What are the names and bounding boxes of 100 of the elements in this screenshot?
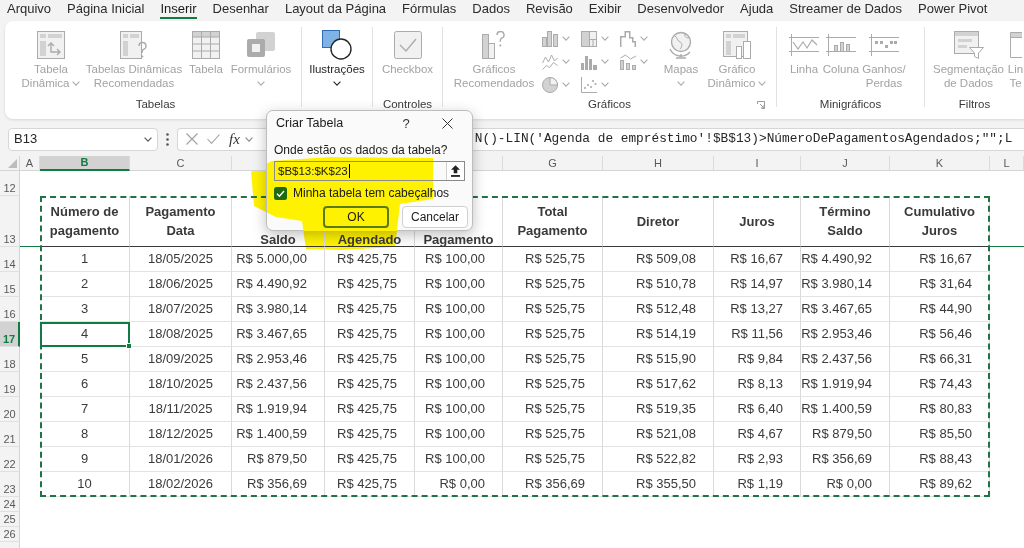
ribbon-tab[interactable]: Power Pivot: [918, 0, 988, 19]
column-header[interactable]: B: [40, 156, 130, 171]
table-cell: R$ 31,64: [890, 272, 990, 297]
table-cell: R$ 1.919,94: [232, 397, 325, 422]
row-header[interactable]: 23: [0, 472, 20, 497]
range-input[interactable]: $B$13:$K$23: [274, 161, 465, 181]
table-cell: R$ 425,75: [325, 322, 415, 347]
ribbon-tab[interactable]: Dados: [472, 0, 510, 19]
row-header[interactable]: 13: [0, 196, 20, 247]
table-cell: R$ 4,67: [714, 422, 801, 447]
table-cell: 10: [40, 472, 130, 497]
column-header[interactable]: I: [714, 156, 801, 171]
column-header[interactable]: A: [20, 156, 40, 171]
table-cell: R$ 100,00: [415, 372, 503, 397]
ribbon-tab[interactable]: Streamer de Dados: [789, 0, 903, 19]
table-cell: R$ 8,13: [714, 372, 801, 397]
table-cell: R$ 6,40: [714, 397, 801, 422]
table-cell: R$ 1.400,59: [232, 422, 325, 447]
row-header[interactable]: 14: [0, 247, 20, 272]
table-cell: R$ 100,00: [415, 297, 503, 322]
caret-icon[interactable]: [144, 136, 152, 142]
select-all-triangle-icon[interactable]: [8, 159, 17, 168]
table-cell: R$ 522,82: [603, 447, 714, 472]
name-box[interactable]: B13: [8, 127, 158, 151]
row-header[interactable]: 20: [0, 397, 20, 422]
dialog-button[interactable]: OK: [323, 206, 389, 228]
globe-icon: [669, 30, 693, 59]
row-header[interactable]: 24: [0, 497, 20, 512]
ribbon-tab[interactable]: Layout da Página: [284, 0, 387, 19]
table-cell: R$ 1.400,59: [801, 397, 890, 422]
table-cell: R$ 13,27: [714, 297, 801, 322]
column-chart-icon: [826, 33, 856, 56]
ribbon-tab[interactable]: Inserir: [160, 0, 197, 19]
row-header[interactable]: 19: [0, 372, 20, 397]
ribbon-tab[interactable]: Desenhar: [212, 0, 269, 19]
table-cell: R$ 2.437,56: [801, 347, 890, 372]
help-button[interactable]: ?: [392, 113, 420, 134]
table-cell: R$ 519,35: [603, 397, 714, 422]
table-cell: R$ 425,75: [325, 422, 415, 447]
dialog-button[interactable]: Cancelar: [402, 206, 468, 228]
ribbon-tab[interactable]: Exibir: [588, 0, 622, 19]
row-header[interactable]: 17: [0, 322, 20, 347]
row-header[interactable]: 12: [0, 171, 20, 196]
table-cell: 2: [40, 272, 130, 297]
table-cell: R$ 525,75: [503, 272, 603, 297]
ribbon-tab[interactable]: Página Inicial: [67, 0, 145, 19]
ribbon-tab[interactable]: Revisão: [525, 0, 573, 19]
table-cell: 18/09/2025: [130, 347, 232, 372]
row-header[interactable]: 22: [0, 447, 20, 472]
ribbon-tab[interactable]: Ajuda: [740, 0, 774, 19]
insert-function-button[interactable]: fx: [229, 131, 240, 147]
table-cell: 18/02/2026: [130, 472, 232, 497]
row-header[interactable]: 16: [0, 297, 20, 322]
column-header[interactable]: H: [603, 156, 714, 171]
bar-chart-icon: [542, 30, 558, 47]
table-cell: R$ 525,75: [503, 372, 603, 397]
row-header[interactable]: 25: [0, 512, 20, 527]
table-cell: R$ 3.467,65: [801, 297, 890, 322]
table-cell: R$ 100,00: [415, 347, 503, 372]
column-header[interactable]: J: [801, 156, 890, 171]
bar-chart-question-icon: [482, 30, 506, 59]
vertical-ellipsis-icon[interactable]: [166, 132, 169, 146]
overlapping-squares-icon: [247, 32, 275, 57]
table-cell: R$ 100,00: [415, 397, 503, 422]
table-cell: R$ 88,43: [890, 447, 990, 472]
row-header[interactable]: 26: [0, 527, 20, 542]
table-cell: 7: [40, 397, 130, 422]
table-cell: 18/07/2025: [130, 297, 232, 322]
close-icon[interactable]: [442, 118, 453, 129]
ribbon-tab[interactable]: Fórmulas: [402, 0, 457, 19]
group-label: Controles: [382, 98, 433, 110]
ribbon-button[interactable]: Ilustrações: [306, 27, 368, 99]
table-cell: R$ 510,78: [603, 272, 714, 297]
row-header[interactable]: 15: [0, 272, 20, 297]
dialog-launcher-icon[interactable]: [757, 101, 765, 109]
table-cell: R$ 425,75: [325, 472, 415, 497]
row-header[interactable]: 21: [0, 422, 20, 447]
column-header[interactable]: G: [503, 156, 603, 171]
row-header[interactable]: [0, 542, 20, 548]
check-icon[interactable]: [207, 134, 220, 144]
window-funnel-icon: [953, 30, 984, 59]
collapse-button[interactable]: [446, 162, 464, 180]
dialog-prompt: Onde estão os dados da tabela?: [274, 143, 448, 157]
table-cell: R$ 425,75: [325, 372, 415, 397]
column-header[interactable]: C: [130, 156, 232, 171]
column-header[interactable]: K: [890, 156, 990, 171]
cancel-icon[interactable]: [186, 133, 198, 145]
caret-icon[interactable]: [333, 80, 341, 86]
formula-input[interactable]: N()-LIN('Agenda de empréstimo'!$B$13)>NúmeroDePagamentosAgendados;"";L: [474, 128, 1024, 150]
table-cell: R$ 525,75: [503, 397, 603, 422]
ribbon-tab[interactable]: Arquivo: [7, 0, 52, 19]
table-cell: R$ 3.467,65: [232, 322, 325, 347]
treemap-icon: [581, 30, 597, 47]
ribbon-tab[interactable]: Desenvolvedor: [637, 0, 725, 19]
table-cell: R$ 356,69: [232, 472, 325, 497]
column-heading: Cumulativo Juros: [890, 196, 990, 247]
column-header[interactable]: L: [990, 156, 1024, 171]
row-header[interactable]: 18: [0, 347, 20, 372]
dialog-title: Criar Tabela: [276, 115, 345, 133]
zigzag-line-icon: [542, 53, 558, 70]
